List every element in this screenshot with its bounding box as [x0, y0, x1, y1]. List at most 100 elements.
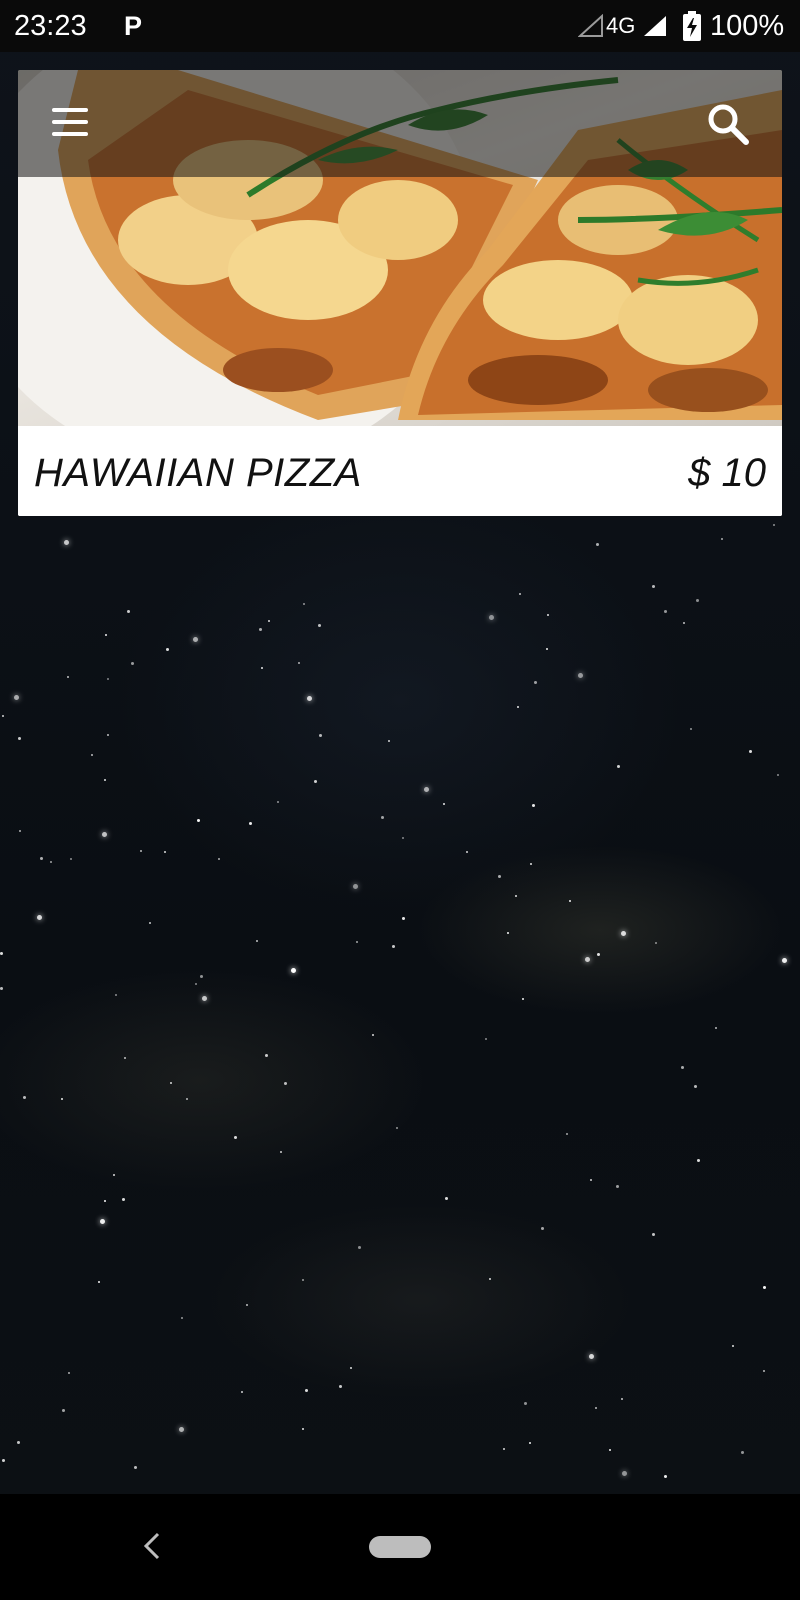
star [186, 1098, 188, 1100]
star [105, 634, 107, 636]
star [284, 1082, 287, 1085]
star [546, 648, 548, 650]
star [621, 931, 626, 936]
star [595, 1407, 597, 1409]
star [2, 1459, 5, 1462]
star [507, 932, 509, 934]
star [530, 863, 532, 865]
star [519, 593, 521, 595]
star [91, 754, 93, 756]
star [18, 737, 21, 740]
star [179, 1427, 184, 1432]
star [265, 1054, 268, 1057]
star [596, 543, 599, 546]
star [107, 678, 109, 680]
star [17, 1441, 20, 1444]
system-nav-bar [0, 1494, 800, 1600]
star [61, 1098, 63, 1100]
star [140, 850, 142, 852]
star [547, 614, 549, 616]
star [485, 1038, 487, 1040]
star [195, 983, 197, 985]
star [181, 1317, 183, 1319]
star [197, 819, 200, 822]
star [589, 1354, 594, 1359]
star [749, 750, 752, 753]
star [166, 648, 169, 651]
star [763, 1286, 766, 1289]
home-pill-icon[interactable] [369, 1536, 431, 1558]
star [443, 803, 445, 805]
star [402, 837, 404, 839]
star [585, 957, 590, 962]
star [40, 857, 43, 860]
star [534, 681, 537, 684]
star [23, 1096, 26, 1099]
star [19, 830, 21, 832]
star [696, 599, 699, 602]
star [356, 941, 358, 943]
star [741, 1451, 744, 1454]
star [302, 1279, 304, 1281]
star [98, 1281, 100, 1283]
star [402, 917, 405, 920]
star [621, 1398, 623, 1400]
star [68, 1372, 70, 1374]
star [655, 942, 657, 944]
star [690, 728, 692, 730]
star [67, 676, 69, 678]
star [683, 622, 685, 624]
star [445, 1197, 448, 1200]
star [131, 662, 134, 665]
star [0, 952, 3, 955]
star [127, 610, 130, 613]
star [597, 953, 600, 956]
star [307, 696, 312, 701]
star [291, 968, 296, 973]
star [303, 603, 305, 605]
star [392, 945, 395, 948]
star [694, 1085, 697, 1088]
star [489, 1278, 491, 1280]
star [2, 715, 4, 717]
menu-item-footer: HAWAIIAN PIZZA $ 10 [18, 426, 782, 516]
star [314, 780, 317, 783]
star [609, 1449, 611, 1451]
back-chevron-icon[interactable] [140, 1530, 164, 1562]
star [381, 816, 384, 819]
star [617, 765, 620, 768]
star [107, 734, 109, 736]
star [396, 1127, 398, 1129]
status-bar: 23:23 P 4G 100% [0, 0, 800, 52]
star [732, 1345, 734, 1347]
star [424, 787, 429, 792]
star [715, 1027, 717, 1029]
star [517, 706, 519, 708]
star [298, 662, 300, 664]
star [388, 740, 390, 742]
search-icon[interactable] [706, 102, 750, 146]
app-toolbar [18, 70, 782, 177]
star [372, 1034, 374, 1036]
star [664, 1475, 667, 1478]
star [241, 1391, 243, 1393]
star [134, 1466, 137, 1469]
star [102, 832, 107, 837]
star [202, 996, 207, 1001]
star [681, 1066, 684, 1069]
star [280, 1151, 282, 1153]
star [578, 673, 583, 678]
battery-percent: 100% [710, 10, 785, 42]
star [569, 900, 571, 902]
item-price: $ 10 [688, 451, 766, 495]
star [532, 804, 535, 807]
star [234, 1136, 237, 1139]
star [246, 1304, 248, 1306]
star [170, 1082, 172, 1084]
star [70, 858, 72, 860]
star [218, 858, 220, 860]
hamburger-menu-icon[interactable] [52, 108, 90, 138]
star [664, 610, 667, 613]
star [524, 1402, 527, 1405]
star [489, 615, 494, 620]
